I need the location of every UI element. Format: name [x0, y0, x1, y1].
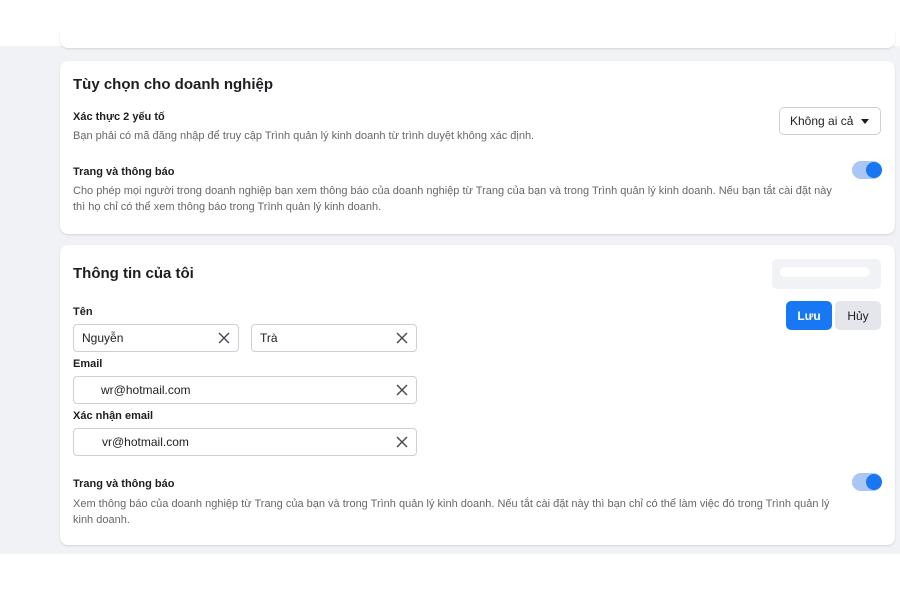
business-options-title: Tùy chọn cho doanh nghiệp — [73, 76, 273, 93]
pages-notifications-title: Trang và thông báo — [73, 166, 175, 178]
pages-notifications-description: Cho phép mọi người trong doanh nghiệp bạ… — [73, 185, 832, 213]
email-input[interactable]: wr@hotmail.com — [73, 376, 417, 404]
my-info-card: Thông tin của tôi Lưu Hủy Tên Nguyễn Trà… — [60, 245, 895, 545]
two-factor-dropdown[interactable]: Không ai cả — [779, 107, 881, 135]
pages-notifications-toggle[interactable] — [852, 161, 882, 179]
clear-icon[interactable] — [396, 332, 408, 344]
my-pages-notifications-description: Xem thông báo của doanh nghiệp từ Trang … — [73, 498, 830, 526]
first-name-input[interactable]: Nguyễn — [73, 324, 239, 352]
name-label: Tên — [73, 306, 93, 318]
toggle-knob — [866, 474, 882, 490]
confirm-email-label: Xác nhận email — [73, 410, 154, 422]
clear-icon[interactable] — [396, 384, 408, 396]
cancel-button[interactable]: Hủy — [835, 301, 881, 330]
my-pages-notifications-title: Trang và thông báo — [73, 478, 175, 490]
last-name-input[interactable]: Trà — [251, 324, 417, 352]
caret-down-icon — [861, 119, 869, 124]
email-value: wr@hotmail.com — [101, 383, 191, 397]
save-button[interactable]: Lưu — [786, 301, 832, 330]
clear-icon[interactable] — [396, 436, 408, 448]
first-name-value: Nguyễn — [82, 331, 124, 345]
my-info-title: Thông tin của tôi — [73, 265, 194, 282]
previous-section-card — [60, 30, 895, 48]
loading-placeholder — [772, 259, 881, 289]
two-factor-selected-value: Không ai cả — [790, 114, 854, 128]
toggle-knob — [866, 162, 882, 178]
clear-icon[interactable] — [218, 332, 230, 344]
two-factor-description: Bạn phải có mã đăng nhập để truy cập Trì… — [73, 130, 535, 142]
two-factor-title: Xác thực 2 yếu tố — [73, 111, 165, 123]
business-options-card: Tùy chọn cho doanh nghiệp Xác thực 2 yếu… — [60, 61, 895, 234]
confirm-email-input[interactable]: vr@hotmail.com — [73, 428, 417, 456]
my-pages-notifications-toggle[interactable] — [852, 473, 882, 491]
last-name-value: Trà — [260, 331, 278, 345]
confirm-email-value: vr@hotmail.com — [102, 435, 189, 449]
email-label: Email — [73, 358, 103, 370]
